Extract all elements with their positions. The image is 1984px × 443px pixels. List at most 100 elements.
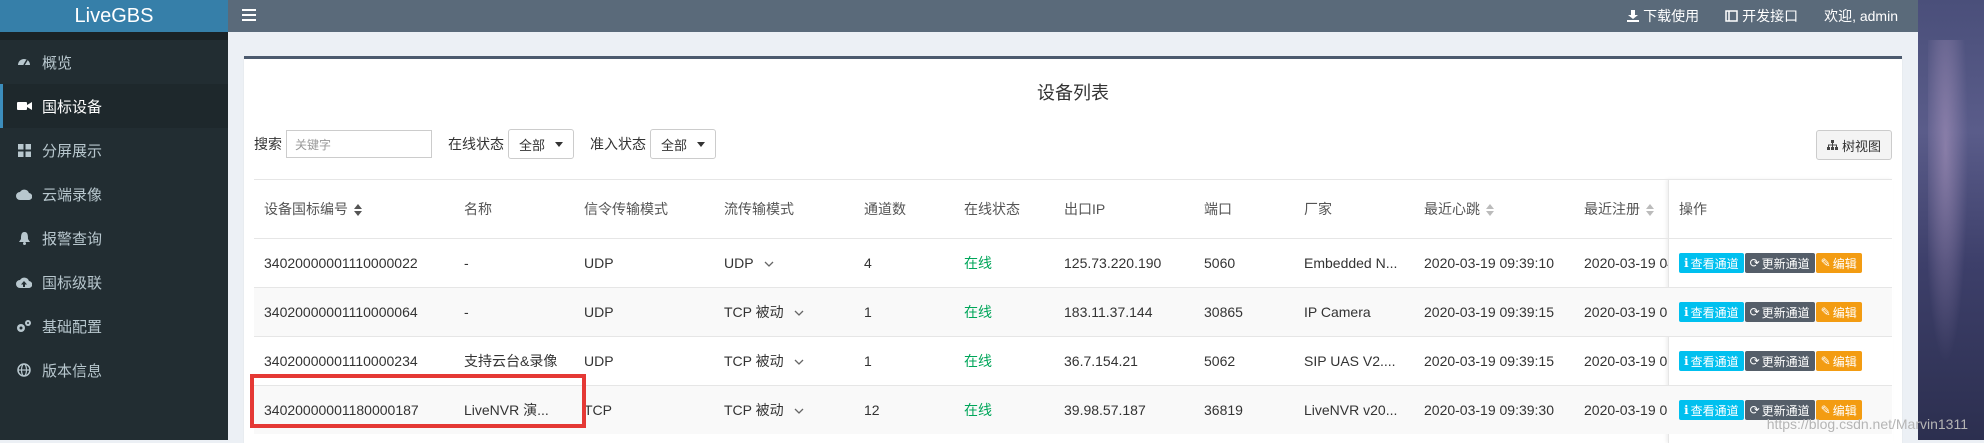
stream-mode-select[interactable]: TCP 被动 bbox=[724, 302, 804, 322]
red-highlight-box bbox=[250, 374, 586, 428]
info-icon: ℹ bbox=[1684, 403, 1689, 417]
register-cell: 2020-03-19 0 bbox=[1584, 402, 1668, 418]
channels-cell: 1 bbox=[864, 304, 872, 320]
info-icon: ℹ bbox=[1684, 305, 1689, 319]
port-cell: 5060 bbox=[1204, 255, 1236, 271]
ip-cell: 125.73.220.190 bbox=[1064, 255, 1162, 271]
update-channels-button[interactable]: ⟳ 更新通道 bbox=[1744, 253, 1815, 273]
edit-icon: ✎ bbox=[1820, 354, 1831, 368]
sidebar-spacer bbox=[0, 32, 228, 40]
update-channels-button[interactable]: ⟳ 更新通道 bbox=[1744, 302, 1815, 322]
online-status-cell: 在线 bbox=[964, 255, 992, 271]
cloud-icon bbox=[16, 186, 32, 202]
vendor-cell: SIP UAS V2.... bbox=[1304, 353, 1396, 369]
page-title: 设备列表 bbox=[1037, 83, 1109, 103]
channels-cell: 4 bbox=[864, 255, 872, 271]
sidebar-item-overview[interactable]: 概览 bbox=[0, 40, 228, 84]
view-channels-button[interactable]: ℹ 查看通道 bbox=[1679, 302, 1744, 322]
stream-mode-value: TCP 被动 bbox=[724, 304, 784, 320]
book-icon bbox=[1725, 10, 1738, 22]
register-cell: 2020-03-19 0 bbox=[1584, 304, 1668, 320]
download-icon bbox=[1627, 10, 1640, 22]
edit-label: 编辑 bbox=[1832, 354, 1857, 369]
device-id-cell: 34020000001110000064 bbox=[264, 304, 418, 320]
column-header-ip: 出口IP bbox=[1064, 201, 1106, 217]
column-header-vendor: 厂家 bbox=[1304, 201, 1332, 217]
signal-mode-cell: UDP bbox=[584, 353, 614, 369]
chevron-down-icon bbox=[794, 408, 804, 415]
heartbeat-cell: 2020-03-19 09:39:15 bbox=[1424, 304, 1554, 320]
online-status-cell: 在线 bbox=[964, 353, 992, 369]
name-cell: - bbox=[464, 255, 469, 271]
tree-view-label: 树视图 bbox=[1841, 138, 1881, 154]
view-channels-button[interactable]: ℹ 查看通道 bbox=[1679, 253, 1744, 273]
port-cell: 30865 bbox=[1204, 304, 1243, 320]
port-cell: 5062 bbox=[1204, 353, 1236, 369]
sidebar-item-alarm[interactable]: 报警查询 bbox=[0, 216, 228, 260]
view-channels-label: 查看通道 bbox=[1690, 403, 1739, 418]
update-channels-button[interactable]: ⟳ 更新通道 bbox=[1744, 351, 1815, 371]
caret-down-icon bbox=[555, 141, 564, 147]
stream-mode-select[interactable]: UDP bbox=[724, 255, 774, 271]
heartbeat-cell: 2020-03-19 09:39:30 bbox=[1424, 402, 1554, 418]
welcome-text: 欢迎, admin bbox=[1824, 8, 1898, 24]
sidebar-item-version[interactable]: 版本信息 bbox=[0, 348, 228, 392]
update-channels-label: 更新通道 bbox=[1761, 354, 1810, 369]
user-menu[interactable]: 欢迎, admin bbox=[1824, 6, 1898, 26]
chevron-down-icon bbox=[794, 359, 804, 366]
row-actions: ℹ 查看通道 ⟳ 更新通道 ✎ 编辑 bbox=[1679, 351, 1862, 371]
edit-button[interactable]: ✎ 编辑 bbox=[1815, 253, 1862, 273]
sidebar-item-base-config[interactable]: 基础配置 bbox=[0, 304, 228, 348]
online-status-label: 在线状态 bbox=[448, 136, 504, 152]
download-link[interactable]: 下载使用 bbox=[1627, 6, 1699, 26]
heartbeat-cell: 2020-03-19 09:39:15 bbox=[1424, 353, 1554, 369]
column-header-device-id[interactable]: 设备国标编号 bbox=[264, 199, 362, 219]
online-status-cell: 在线 bbox=[964, 402, 992, 418]
bell-icon bbox=[16, 230, 32, 246]
name-cell: 支持云台&录像 bbox=[464, 353, 558, 369]
sidebar-item-label: 基础配置 bbox=[42, 318, 103, 336]
column-header-actions: 操作 bbox=[1679, 201, 1707, 217]
row-actions: ℹ 查看通道 ⟳ 更新通道 ✎ 编辑 bbox=[1679, 302, 1862, 322]
sidebar-item-cascade[interactable]: 国标级联 bbox=[0, 260, 228, 304]
stream-mode-value: TCP 被动 bbox=[724, 353, 784, 369]
access-status-select[interactable]: 全部 bbox=[650, 129, 717, 159]
tree-view-button[interactable]: 树视图 bbox=[1815, 130, 1892, 160]
column-header-heartbeat[interactable]: 最近心跳 bbox=[1424, 199, 1494, 219]
stream-mode-select[interactable]: TCP 被动 bbox=[724, 400, 804, 420]
search-input[interactable]: 关键字 bbox=[286, 130, 432, 158]
view-channels-button[interactable]: ℹ 查看通道 bbox=[1679, 400, 1744, 420]
online-status-select[interactable]: 全部 bbox=[508, 129, 575, 159]
sidebar-item-gb-devices[interactable]: 国标设备 bbox=[0, 84, 228, 128]
register-cell: 2020-03-19 04 bbox=[1584, 255, 1668, 271]
stream-mode-value: UDP bbox=[724, 255, 754, 271]
grid-icon bbox=[16, 142, 32, 158]
column-header-label: 最近心跳 bbox=[1424, 201, 1480, 217]
view-channels-label: 查看通道 bbox=[1690, 354, 1739, 369]
stream-mode-select[interactable]: TCP 被动 bbox=[724, 351, 804, 371]
signal-mode-cell: TCP bbox=[584, 402, 612, 418]
update-channels-label: 更新通道 bbox=[1761, 305, 1810, 320]
port-cell: 36819 bbox=[1204, 402, 1243, 418]
register-cell: 2020-03-19 0 bbox=[1584, 353, 1668, 369]
device-id-cell: 34020000001110000234 bbox=[264, 353, 418, 369]
sidebar-item-split-screen[interactable]: 分屏展示 bbox=[0, 128, 228, 172]
channels-cell: 12 bbox=[864, 402, 880, 418]
column-header-signal-mode: 信令传输模式 bbox=[584, 201, 668, 217]
sidebar-item-cloud-record[interactable]: 云端录像 bbox=[0, 172, 228, 216]
signal-mode-cell: UDP bbox=[584, 255, 614, 271]
hamburger-menu-icon[interactable] bbox=[242, 8, 256, 25]
edit-button[interactable]: ✎ 编辑 bbox=[1815, 302, 1862, 322]
info-icon: ℹ bbox=[1684, 256, 1689, 270]
search-label: 搜索 bbox=[254, 136, 282, 152]
api-link[interactable]: 开发接口 bbox=[1725, 6, 1798, 26]
view-channels-button[interactable]: ℹ 查看通道 bbox=[1679, 351, 1744, 371]
column-header-register[interactable]: 最近注册 bbox=[1584, 199, 1668, 219]
ip-cell: 36.7.154.21 bbox=[1064, 353, 1138, 369]
heartbeat-cell: 2020-03-19 09:39:10 bbox=[1424, 255, 1554, 271]
cloud-upload-icon bbox=[16, 274, 32, 290]
edit-button[interactable]: ✎ 编辑 bbox=[1815, 351, 1862, 371]
app-logo[interactable]: LiveGBS bbox=[0, 0, 228, 32]
column-header-label: 最近注册 bbox=[1584, 201, 1640, 217]
refresh-icon: ⟳ bbox=[1749, 403, 1760, 417]
